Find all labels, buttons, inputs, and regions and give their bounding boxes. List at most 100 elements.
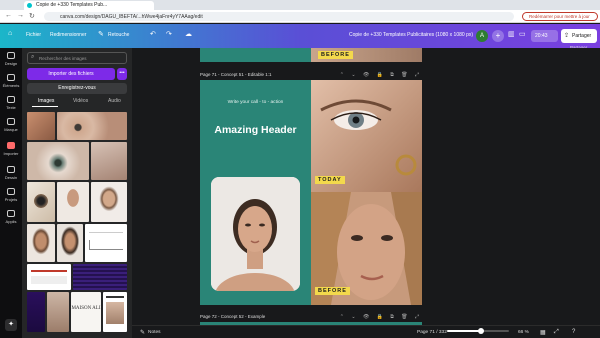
apps-icon bbox=[7, 210, 15, 217]
image-thumbnail[interactable] bbox=[27, 224, 55, 262]
browser-tab-title: Copie de +330 Templates Pub... bbox=[36, 2, 108, 8]
previous-page-bottom: BEFORE bbox=[200, 48, 422, 62]
page-tools[interactable]: ⌃ ⌄ 👁 🔒 ⧉ 🗑 ⤢ bbox=[340, 72, 422, 78]
image-thumbnail[interactable] bbox=[27, 112, 55, 140]
image-thumbnail[interactable] bbox=[27, 264, 71, 290]
browser-tab[interactable]: Copie de +330 Templates Pub... bbox=[24, 1, 154, 10]
image-thumbnail[interactable] bbox=[47, 292, 69, 332]
magic-icon[interactable]: ✦ bbox=[5, 319, 17, 331]
zoom-slider[interactable] bbox=[447, 328, 509, 334]
search-input[interactable]: ⌕ Rechercher des images bbox=[27, 52, 127, 64]
share-button[interactable]: ⇪ Partager bbox=[561, 29, 597, 43]
rail-item-uploads[interactable]: Importer bbox=[0, 142, 22, 156]
image-thumbnail[interactable] bbox=[27, 292, 45, 332]
rail-item-elements[interactable]: Éléments bbox=[0, 74, 22, 88]
image-thumbnail[interactable] bbox=[27, 142, 89, 180]
rail-item-text[interactable]: Texte bbox=[0, 96, 22, 110]
page-71-header: Page 71 - Concept 51 - Editable 1:1 ⌃ ⌄ … bbox=[200, 72, 422, 80]
search-icon: ⌕ bbox=[31, 54, 35, 60]
comments-icon[interactable]: ▭ bbox=[519, 30, 526, 38]
upload-cloud-icon bbox=[7, 142, 15, 149]
image-thumbnail[interactable]: MAISON ALI bbox=[71, 292, 101, 332]
left-rail: Design Éléments Texte Marque Importer De… bbox=[0, 48, 22, 338]
image-thumbnail[interactable] bbox=[85, 224, 127, 262]
redo-icon[interactable]: ↷ bbox=[166, 30, 172, 38]
design-page-71[interactable]: Write your call - to - action Amazing He… bbox=[200, 80, 422, 305]
url-field[interactable]: canva.com/design/DAGU_IBEFTA/...hWwe4jaF… bbox=[44, 12, 514, 21]
browser-tab-bar: Copie de +330 Templates Pub... bbox=[0, 0, 600, 10]
notes-icon: ✎ bbox=[140, 330, 146, 336]
image-thumbnail[interactable] bbox=[27, 182, 55, 222]
page-71-label: Page 71 - Concept 51 - Editable 1:1 bbox=[200, 72, 272, 77]
elements-icon bbox=[7, 74, 15, 81]
retouch-menu[interactable]: Retouche bbox=[108, 32, 129, 38]
brand-icon bbox=[7, 118, 15, 125]
text-icon bbox=[7, 96, 15, 103]
notes-button[interactable]: Notes bbox=[148, 330, 161, 335]
file-menu[interactable]: Fichier bbox=[26, 32, 41, 38]
rail-item-brand[interactable]: Marque bbox=[0, 118, 22, 132]
retouch-icon: ✎ bbox=[98, 31, 104, 38]
brand-thumb-text: MAISON ALI bbox=[71, 306, 101, 311]
before-badge[interactable]: BEFORE bbox=[315, 287, 350, 295]
uploads-panel: ⌕ Rechercher des images Importer des fic… bbox=[22, 48, 132, 338]
forward-icon[interactable]: → bbox=[17, 12, 24, 19]
reload-icon[interactable]: ↻ bbox=[29, 12, 35, 20]
draw-icon bbox=[7, 166, 15, 173]
cloud-save-icon: ☁ bbox=[185, 31, 192, 38]
tab-videos[interactable]: Vidéos bbox=[73, 98, 88, 104]
image-thumbnail[interactable] bbox=[57, 112, 127, 140]
image-thumbnail[interactable] bbox=[103, 292, 127, 332]
import-files-button[interactable]: Importer des fichiers bbox=[27, 68, 115, 80]
zoom-level[interactable]: 66 % bbox=[518, 330, 529, 335]
image-thumbnail[interactable] bbox=[57, 182, 89, 222]
design-icon bbox=[7, 52, 15, 59]
zoom-slider-fill bbox=[447, 330, 482, 332]
cta-text[interactable]: Write your call - to - action bbox=[200, 100, 311, 105]
resize-menu[interactable]: Redimensionner bbox=[50, 32, 86, 38]
image-thumbnail[interactable] bbox=[73, 264, 127, 290]
grid-view-icon[interactable]: ▦ bbox=[540, 329, 546, 336]
portrait-illustration bbox=[211, 177, 300, 291]
portrait-image[interactable] bbox=[211, 177, 300, 291]
today-badge[interactable]: TODAY bbox=[315, 176, 345, 184]
before-badge-top: BEFORE bbox=[318, 51, 353, 59]
url-text: canva.com/design/DAGU_IBEFTA/...hWwe4jaF… bbox=[60, 14, 203, 20]
active-tab-indicator bbox=[32, 106, 58, 107]
share-icon: ⇪ bbox=[564, 33, 570, 39]
page-tools[interactable]: ⌃ ⌄ 👁 🔒 ⧉ 🗑 ⤢ bbox=[340, 314, 422, 320]
page-72-header: Page 72 - Concept 52 - Example ⌃ ⌄ 👁 🔒 ⧉… bbox=[200, 314, 422, 322]
headline-text[interactable]: Amazing Header bbox=[200, 124, 311, 136]
undo-icon[interactable]: ↶ bbox=[150, 30, 156, 38]
page-counter[interactable]: Page 71 / 332 bbox=[417, 330, 447, 335]
help-icon[interactable]: ? bbox=[572, 329, 575, 335]
tab-audio[interactable]: Audio bbox=[108, 98, 121, 104]
rail-item-design[interactable]: Design bbox=[0, 52, 22, 66]
analytics-icon[interactable]: ▥ bbox=[508, 30, 515, 38]
avatar[interactable]: A bbox=[476, 30, 488, 42]
image-thumbnail[interactable] bbox=[57, 224, 83, 262]
restart-update-button[interactable]: Redémarrer pour mettre à jour bbox=[522, 12, 598, 21]
rail-item-apps[interactable]: Applis bbox=[0, 210, 22, 224]
import-more-button[interactable]: ••• bbox=[117, 68, 127, 80]
teal-panel: Write your call - to - action Amazing He… bbox=[200, 80, 311, 305]
home-icon[interactable]: ⌂ bbox=[8, 30, 12, 37]
add-collaborator-button[interactable]: + bbox=[492, 30, 504, 42]
back-icon[interactable]: ← bbox=[5, 12, 12, 19]
browser-address-bar: ← → ↻ canva.com/design/DAGU_IBEFTA/...hW… bbox=[0, 10, 600, 23]
tab-images[interactable]: Images bbox=[38, 98, 54, 104]
closeup-eye-image[interactable]: TODAY bbox=[311, 80, 422, 192]
folder-icon bbox=[7, 188, 15, 195]
image-thumbnail[interactable] bbox=[91, 142, 127, 180]
fullscreen-icon[interactable]: ⤢ bbox=[554, 329, 559, 336]
image-thumbnail[interactable] bbox=[91, 182, 127, 222]
record-yourself-button[interactable]: Enregistrez-vous bbox=[27, 83, 127, 94]
bottom-bar: ✎ Notes Page 71 / 332 66 % ▦ ⤢ ? bbox=[132, 325, 600, 338]
rail-item-draw[interactable]: Dessin bbox=[0, 166, 22, 180]
document-title[interactable]: Copie de +330 Templates Publicitaires (1… bbox=[349, 32, 473, 38]
timer-button[interactable]: 20:43 bbox=[531, 30, 558, 42]
canva-favicon-icon bbox=[27, 3, 32, 8]
rail-item-projects[interactable]: Projets bbox=[0, 188, 22, 202]
face-closeup-image[interactable]: BEFORE bbox=[311, 192, 422, 305]
page-72-label: Page 72 - Concept 52 - Example bbox=[200, 314, 266, 319]
